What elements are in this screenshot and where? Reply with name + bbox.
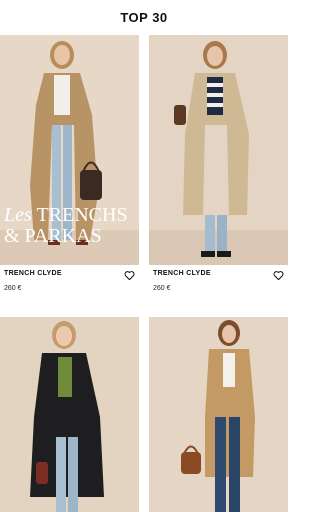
product-photo[interactable] (149, 317, 288, 512)
heart-outline-icon[interactable] (273, 270, 284, 281)
product-name[interactable]: TRENCH CLYDE (4, 270, 135, 277)
promo-prefix: Les (4, 204, 32, 226)
product-card[interactable] (0, 317, 139, 512)
product-price: 260 € (153, 285, 171, 292)
product-name[interactable]: TRENCH CLYDE (153, 270, 284, 277)
model-in-camel-trench-image (149, 317, 288, 512)
product-card[interactable]: TRENCH CLYDE 260 € (149, 35, 288, 317)
product-price: 260 € (4, 285, 22, 292)
model-in-black-coat-image (0, 317, 139, 512)
page-title: TOP 30 (120, 10, 168, 25)
heart-outline-icon[interactable] (124, 270, 135, 281)
page-header: TOP 30 (0, 0, 288, 35)
promo-banner[interactable]: Les TRENCHS & PARKAS (4, 205, 128, 246)
product-card[interactable]: Les TRENCHS & PARKAS TRENCH CLYDE 260 € (0, 35, 139, 317)
product-info: TRENCH CLYDE 260 € (149, 265, 288, 317)
product-photo[interactable] (0, 317, 139, 512)
promo-title-line1: TRENCHS (36, 204, 128, 226)
product-info: TRENCH CLYDE 260 € (0, 265, 139, 317)
product-card[interactable] (149, 317, 288, 512)
promo-title-line2: & PARKAS (4, 225, 102, 247)
product-photo[interactable]: Les TRENCHS & PARKAS (0, 35, 139, 265)
product-photo[interactable] (149, 35, 288, 265)
model-in-stone-trench-image (149, 35, 288, 265)
